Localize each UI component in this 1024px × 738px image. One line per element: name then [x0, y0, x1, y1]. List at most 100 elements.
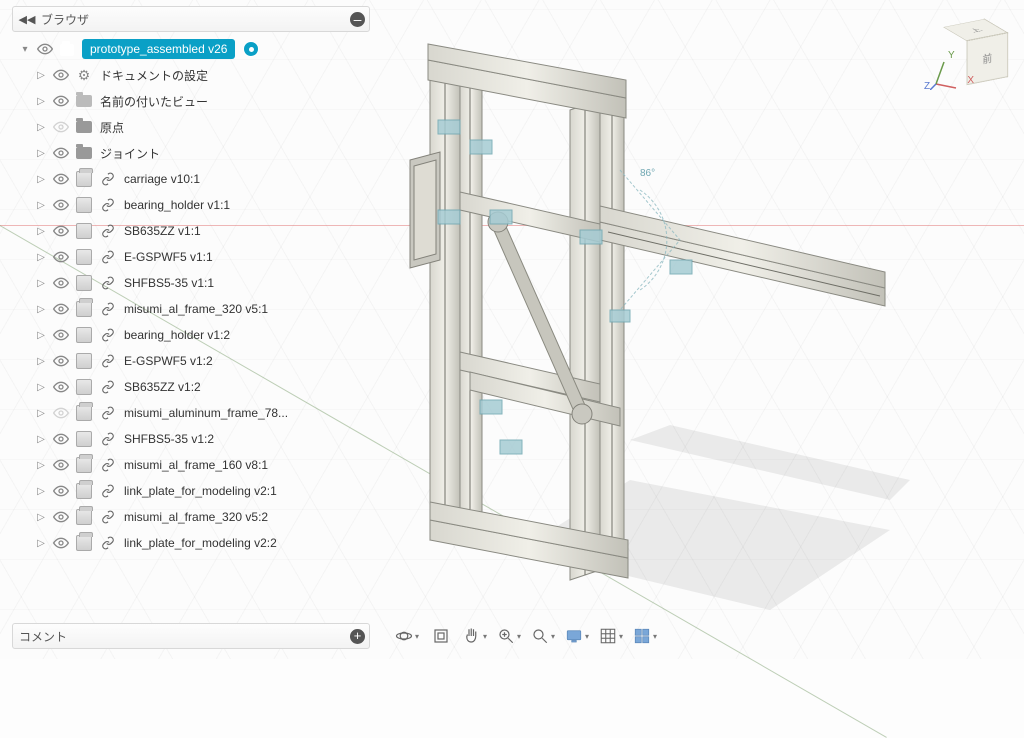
body-icon [76, 275, 92, 291]
expand-toggle[interactable]: ▷ [34, 408, 48, 419]
tree-item[interactable]: ▷SB635ZZ v1:2 [12, 374, 370, 400]
expand-toggle[interactable]: ▾ [18, 44, 32, 55]
expand-toggle[interactable]: ▷ [34, 122, 48, 133]
link-icon [98, 404, 118, 422]
expand-toggle[interactable]: ▷ [34, 252, 48, 263]
visibility-toggle[interactable] [52, 379, 70, 395]
look-at-button[interactable] [429, 625, 453, 647]
visibility-toggle[interactable] [52, 171, 70, 187]
zoom-button[interactable] [497, 625, 521, 647]
visibility-toggle[interactable] [36, 41, 54, 57]
tree-item[interactable]: ▷SHFBS5-35 v1:2 [12, 426, 370, 452]
viewport-layout-button[interactable] [633, 625, 657, 647]
tree-item[interactable]: ▷link_plate_for_modeling v2:1 [12, 478, 370, 504]
expand-toggle[interactable]: ▷ [34, 148, 48, 159]
expand-toggle[interactable]: ▷ [34, 278, 48, 289]
link-icon [98, 222, 118, 240]
tree-item[interactable]: ▷ bearing_holder v1:2 [12, 322, 370, 348]
tree-item[interactable]: ▷misumi_al_frame_320 v5:1 [12, 296, 370, 322]
tree-item[interactable]: ▷misumi_aluminum_frame_78... [12, 400, 370, 426]
visibility-toggle[interactable] [52, 431, 70, 447]
tree-item[interactable]: ▷ bearing_holder v1:1 [12, 192, 370, 218]
right-vertical-rails [570, 100, 624, 580]
expand-toggle[interactable]: ▷ [34, 70, 48, 81]
expand-toggle[interactable]: ▷ [34, 486, 48, 497]
comments-add-button[interactable]: + [350, 629, 365, 644]
display-settings-button[interactable] [565, 625, 589, 647]
visibility-toggle[interactable] [52, 509, 70, 525]
visibility-toggle[interactable] [52, 301, 70, 317]
tree-item[interactable]: ▷ 名前の付いたビュー [12, 88, 370, 114]
fit-button[interactable] [531, 625, 555, 647]
tree-item-label: 名前の付いたビュー [98, 93, 210, 110]
active-component-radio[interactable] [243, 41, 259, 57]
tree-item[interactable]: ▷misumi_al_frame_160 v8:1 [12, 452, 370, 478]
visibility-toggle[interactable] [52, 119, 70, 135]
visibility-toggle[interactable] [52, 457, 70, 473]
visibility-toggle[interactable] [52, 535, 70, 551]
tree-item[interactable]: ▷misumi_al_frame_320 v5:2 [12, 504, 370, 530]
eye-off-icon [53, 119, 69, 135]
orbit-button[interactable] [395, 625, 419, 647]
tree-item[interactable]: ▷原点 [12, 114, 370, 140]
tree-item[interactable]: ▷E-GSPWF5 v1:1 [12, 244, 370, 270]
body-icon [76, 249, 92, 265]
visibility-toggle[interactable] [52, 405, 70, 421]
folder-icon [76, 147, 92, 159]
visibility-toggle[interactable] [52, 275, 70, 291]
eye-icon [53, 223, 69, 239]
eye-icon [53, 249, 69, 265]
model-canvas[interactable]: 86° [370, 10, 910, 620]
eye-icon [53, 93, 69, 109]
horizontal-arm [600, 206, 885, 306]
visibility-toggle[interactable] [52, 67, 70, 83]
visibility-toggle[interactable] [52, 223, 70, 239]
browser-panel-header[interactable]: ◀◀ ブラウザ – [12, 6, 370, 32]
tree-item-label: bearing_holder v1:1 [122, 198, 232, 212]
tree-item[interactable]: ▷⚙ドキュメントの設定 [12, 62, 370, 88]
visibility-toggle[interactable] [52, 249, 70, 265]
expand-toggle[interactable]: ▷ [34, 460, 48, 471]
visibility-toggle[interactable] [52, 197, 70, 213]
tree-item[interactable]: ▷carriage v10:1 [12, 166, 370, 192]
tree-item[interactable]: ▷E-GSPWF5 v1:2 [12, 348, 370, 374]
visibility-toggle[interactable] [52, 93, 70, 109]
tree-item-label: SB635ZZ v1:1 [122, 224, 203, 238]
expand-toggle[interactable]: ▷ [34, 174, 48, 185]
visibility-toggle[interactable] [52, 483, 70, 499]
expand-toggle[interactable]: ▷ [34, 96, 48, 107]
panel-collapse-icon[interactable]: ◀◀ [19, 11, 35, 27]
tree-item[interactable]: ▷ link_plate_for_modeling v2:2 [12, 530, 370, 556]
navigation-toolbar [395, 625, 657, 647]
eye-icon [53, 171, 69, 187]
visibility-toggle[interactable] [52, 145, 70, 161]
eye-icon [53, 67, 69, 83]
tree-item-label: link_plate_for_modeling v2:2 [122, 536, 279, 550]
body-icon [76, 327, 92, 343]
tree-item[interactable]: ▷SHFBS5-35 v1:1 [12, 270, 370, 296]
comments-panel-header[interactable]: コメント + [12, 623, 370, 649]
link-icon [98, 508, 118, 526]
pan-button[interactable] [463, 625, 487, 647]
tree-root[interactable]: ▾ prototype_assembled v26 [12, 36, 370, 62]
tree-item-label: bearing_holder v1:2 [122, 328, 232, 342]
expand-toggle[interactable]: ▷ [34, 512, 48, 523]
expand-toggle[interactable]: ▷ [34, 434, 48, 445]
tree-item[interactable]: ▷ジョイント [12, 140, 370, 166]
body-icon [76, 379, 92, 395]
expand-toggle[interactable]: ▷ [34, 538, 48, 549]
link-icon [98, 534, 118, 552]
expand-toggle[interactable]: ▷ [34, 330, 48, 341]
visibility-toggle[interactable] [52, 327, 70, 343]
eye-icon [53, 483, 69, 499]
view-cube[interactable]: 上 前 右 X Y Z [930, 10, 1010, 90]
expand-toggle[interactable]: ▷ [34, 304, 48, 315]
expand-toggle[interactable]: ▷ [34, 200, 48, 211]
visibility-toggle[interactable] [52, 353, 70, 369]
expand-toggle[interactable]: ▷ [34, 226, 48, 237]
panel-minimize-button[interactable]: – [350, 12, 365, 27]
expand-toggle[interactable]: ▷ [34, 356, 48, 367]
grid-settings-button[interactable] [599, 625, 623, 647]
expand-toggle[interactable]: ▷ [34, 382, 48, 393]
tree-item[interactable]: ▷ SB635ZZ v1:1 [12, 218, 370, 244]
